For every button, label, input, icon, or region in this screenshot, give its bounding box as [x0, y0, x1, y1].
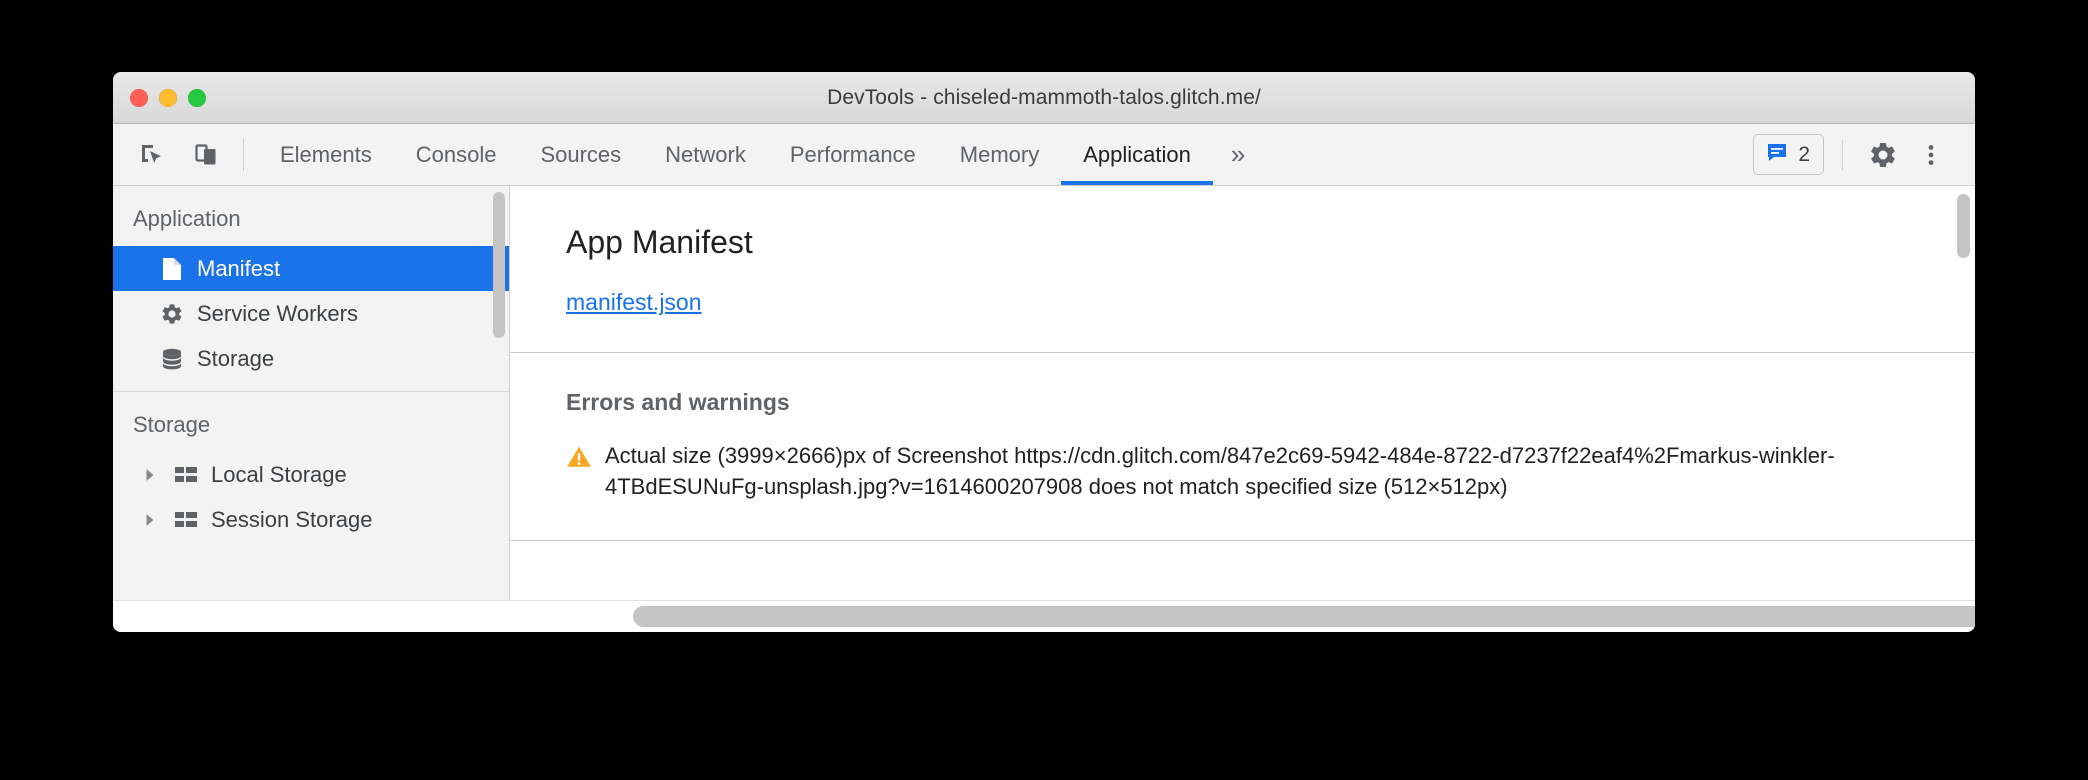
warning-triangle-icon: [566, 444, 592, 502]
main-scrollbar-thumb[interactable]: [1957, 194, 1970, 258]
tab-label: Sources: [540, 141, 622, 167]
sidebar-group-storage: Storage Local Storage Session Storage: [113, 392, 509, 542]
sidebar-item-label: Manifest: [197, 255, 281, 281]
tab-label: Application: [1083, 141, 1191, 167]
toolbar-divider: [1842, 139, 1843, 170]
devtools-toolbar: Elements Console Sources Network Perform…: [113, 124, 1975, 186]
tab-sources[interactable]: Sources: [518, 124, 643, 185]
message-count: 2: [1798, 142, 1810, 166]
document-icon: [159, 256, 185, 282]
application-sidebar: Application Manifest Service Workers Sto…: [113, 186, 510, 600]
gear-icon[interactable]: [1861, 133, 1905, 177]
more-tabs-button[interactable]: »: [1213, 124, 1263, 185]
tab-elements[interactable]: Elements: [258, 124, 394, 185]
manifest-header-block: App Manifest manifest.json: [510, 186, 1975, 353]
toolbar-divider: [243, 138, 244, 171]
toolbar-left-icons: [113, 124, 225, 185]
manifest-panel: App Manifest manifest.json Errors and wa…: [510, 186, 1975, 600]
horizontal-scrollbar-thumb[interactable]: [633, 606, 1975, 627]
message-icon: [1765, 140, 1789, 169]
tab-label: Network: [665, 141, 746, 167]
chevron-right-icon[interactable]: [139, 509, 161, 531]
tab-memory[interactable]: Memory: [938, 124, 1061, 185]
traffic-lights: [130, 72, 206, 124]
tab-label: Console: [415, 141, 497, 167]
devtools-content: Application Manifest Service Workers Sto…: [113, 186, 1975, 600]
maximize-button[interactable]: [188, 89, 206, 107]
sidebar-item-label: Service Workers: [197, 300, 358, 326]
sidebar-group-title: Storage: [133, 412, 211, 437]
errors-and-warnings-block: Errors and warnings Actual size (3999×26…: [510, 353, 1975, 542]
tab-network[interactable]: Network: [643, 124, 768, 185]
device-toolbar-icon[interactable]: [187, 136, 225, 174]
warning-message: Actual size (3999×2666)px of Screenshot …: [605, 443, 1835, 500]
sidebar-group-title: Application: [133, 206, 241, 231]
sidebar-item-label: Session Storage: [211, 506, 373, 532]
sidebar-item-service-workers[interactable]: Service Workers: [113, 291, 509, 336]
panel-tabs: Elements Console Sources Network Perform…: [258, 124, 1263, 185]
tab-label: Memory: [959, 141, 1040, 167]
chevron-right-icon[interactable]: [139, 464, 161, 486]
sidebar-group-application: Application Manifest Service Workers Sto…: [113, 186, 509, 392]
sidebar-item-storage[interactable]: Storage: [113, 336, 509, 381]
manifest-json-link[interactable]: manifest.json: [566, 289, 702, 316]
tab-console[interactable]: Console: [394, 124, 519, 185]
window-titlebar: DevTools - chiseled-mammoth-talos.glitch…: [113, 72, 1975, 124]
errors-section-title: Errors and warnings: [566, 389, 790, 415]
gear-icon: [159, 301, 185, 327]
minimize-button[interactable]: [159, 89, 177, 107]
sidebar-scrollbar-thumb[interactable]: [493, 192, 505, 338]
sidebar-item-manifest[interactable]: Manifest: [113, 246, 509, 291]
database-icon: [159, 346, 185, 372]
window-title: DevTools - chiseled-mammoth-talos.glitch…: [827, 85, 1261, 109]
tab-label: Performance: [789, 141, 916, 167]
inspect-element-icon[interactable]: [133, 136, 171, 174]
devtools-window: DevTools - chiseled-mammoth-talos.glitch…: [113, 72, 1975, 632]
page-title: App Manifest: [566, 224, 753, 260]
sidebar-item-session-storage[interactable]: Session Storage: [113, 497, 509, 542]
sidebar-item-label: Local Storage: [211, 461, 347, 487]
sidebar-item-label: Storage: [197, 345, 275, 371]
warning-item: Actual size (3999×2666)px of Screenshot …: [566, 416, 1975, 540]
tab-application[interactable]: Application: [1061, 124, 1213, 185]
sidebar-item-local-storage[interactable]: Local Storage: [113, 452, 509, 497]
horizontal-scrollbar[interactable]: [113, 600, 1975, 632]
table-icon: [173, 462, 199, 488]
close-button[interactable]: [130, 89, 148, 107]
message-count-badge[interactable]: 2: [1753, 134, 1824, 175]
tab-label: Elements: [280, 141, 372, 167]
kebab-menu-icon[interactable]: [1909, 133, 1953, 177]
table-icon: [173, 507, 199, 533]
tab-performance[interactable]: Performance: [768, 124, 938, 185]
toolbar-right-icons: 2: [1753, 124, 1975, 185]
